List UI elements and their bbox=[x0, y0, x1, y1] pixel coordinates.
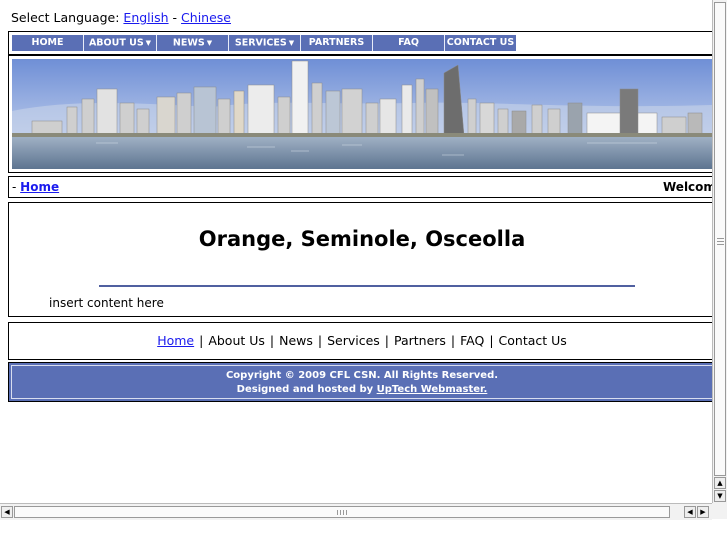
footer-nav: Home | About Us | News | Services | Part… bbox=[8, 322, 716, 360]
grip-line bbox=[717, 238, 724, 239]
city-skyline-image bbox=[12, 59, 712, 169]
main-nav: HOME ABOUT US ▼ NEWS ▼ SERVICES ▼ PARTNERS … bbox=[12, 35, 516, 51]
grip-line bbox=[340, 510, 341, 515]
arrow-left-icon[interactable]: ◀ bbox=[1, 506, 13, 518]
footer-link-home[interactable]: Home bbox=[157, 333, 194, 348]
content-text: insert content here bbox=[49, 296, 164, 310]
nav-services[interactable]: SERVICES ▼ bbox=[229, 35, 301, 51]
language-selector: Select Language: English - Chinese bbox=[11, 10, 231, 25]
horizontal-scroll-thumb[interactable] bbox=[14, 506, 670, 518]
nav-services-label: SERVICES bbox=[234, 37, 287, 49]
footer-link-about-us[interactable]: About Us bbox=[208, 333, 265, 348]
grip-line bbox=[343, 510, 344, 515]
footer-link-partners[interactable]: Partners bbox=[394, 333, 446, 348]
language-chinese-link[interactable]: Chinese bbox=[181, 10, 231, 25]
breadcrumb-prefix: - bbox=[12, 180, 17, 194]
footer-separator: | bbox=[489, 333, 494, 348]
content-panel: Orange, Seminole, Osceolla insert conten… bbox=[8, 202, 716, 317]
arrow-right-icon[interactable]: ▶ bbox=[697, 506, 709, 518]
breadcrumb-home-link[interactable]: Home bbox=[20, 180, 59, 194]
nav-news-label: NEWS bbox=[172, 37, 205, 49]
designer-credit-label: Designed and hosted by bbox=[236, 384, 374, 395]
footer-link-news[interactable]: News bbox=[279, 333, 313, 348]
nav-contact-us[interactable]: CONTACT US bbox=[445, 35, 516, 51]
footer-separator: | bbox=[269, 333, 275, 348]
page-title: Orange, Seminole, Osceolla bbox=[198, 227, 526, 251]
caret-down-icon: ▼ bbox=[145, 39, 152, 47]
copyright-inner: Copyright © 2009 CFL CSN. All Rights Res… bbox=[11, 365, 713, 399]
vertical-scroll-thumb[interactable] bbox=[714, 2, 726, 476]
nav-news[interactable]: NEWS ▼ bbox=[157, 35, 229, 51]
footer-link-contact-us[interactable]: Contact Us bbox=[499, 333, 567, 348]
nav-contact-us-label: CONTACT US bbox=[446, 37, 515, 48]
footer-separator: | bbox=[199, 333, 204, 348]
copyright-text: Copyright © 2009 CFL CSN. All Rights Res… bbox=[225, 370, 499, 381]
nav-about-us-label: ABOUT US bbox=[88, 37, 144, 49]
copyright-bar: Copyright © 2009 CFL CSN. All Rights Res… bbox=[8, 362, 716, 402]
vertical-scrollbar[interactable]: ▲ ▼ bbox=[712, 0, 727, 503]
title-divider bbox=[99, 285, 635, 287]
nav-home[interactable]: HOME bbox=[12, 35, 84, 51]
skyline-banner bbox=[8, 55, 716, 173]
nav-partners[interactable]: PARTNERS bbox=[301, 35, 373, 51]
nav-home-label: HOME bbox=[31, 37, 64, 48]
nav-faq-label: FAQ bbox=[398, 37, 419, 48]
grip-line bbox=[337, 510, 338, 515]
nav-partners-label: PARTNERS bbox=[308, 37, 365, 48]
horizontal-scrollbar[interactable]: ◀ ◀ ▶ bbox=[0, 503, 712, 520]
footer-link-services[interactable]: Services bbox=[327, 333, 380, 348]
welcome-marquee: Welcome bbox=[663, 180, 715, 194]
arrow-down-icon[interactable]: ▼ bbox=[714, 490, 726, 502]
footer-separator: | bbox=[317, 333, 323, 348]
nav-faq[interactable]: FAQ bbox=[373, 35, 445, 51]
grip-line bbox=[717, 241, 724, 242]
caret-down-icon: ▼ bbox=[288, 39, 295, 47]
caret-down-icon: ▼ bbox=[206, 39, 213, 47]
language-separator: - bbox=[172, 10, 178, 25]
arrow-left-icon[interactable]: ◀ bbox=[684, 506, 696, 518]
breadcrumb-bar: - Home Welcome bbox=[8, 176, 716, 198]
designer-link[interactable]: UpTech Webmaster. bbox=[377, 384, 488, 395]
grip-line bbox=[717, 244, 724, 245]
designer-credit: Designed and hosted by UpTech Webmaster. bbox=[12, 384, 712, 395]
arrow-up-icon[interactable]: ▲ bbox=[714, 477, 726, 489]
breadcrumb: - Home bbox=[12, 180, 59, 194]
footer-link-faq[interactable]: FAQ bbox=[460, 333, 484, 348]
footer-separator: | bbox=[384, 333, 389, 348]
language-english-link[interactable]: English bbox=[123, 10, 168, 25]
footer-separator: | bbox=[450, 333, 456, 348]
language-label: Select Language: bbox=[11, 10, 120, 25]
grip-line bbox=[346, 510, 347, 515]
main-nav-bar: HOME ABOUT US ▼ NEWS ▼ SERVICES ▼ PARTNERS … bbox=[8, 31, 716, 55]
scrollbar-corner bbox=[712, 503, 727, 519]
nav-about-us[interactable]: ABOUT US ▼ bbox=[84, 35, 157, 51]
